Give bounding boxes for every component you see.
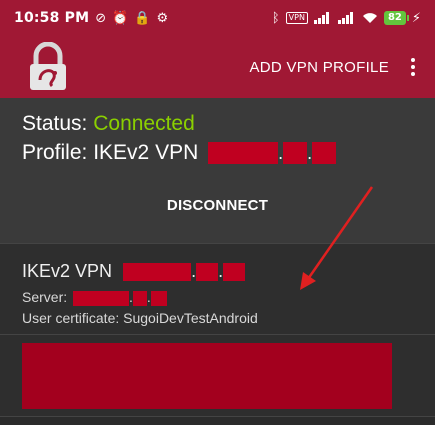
redacted-server-part-1 — [73, 290, 130, 306]
wifi-icon — [362, 13, 377, 23]
cell-signal-2-icon — [337, 12, 353, 24]
redacted-title-part-2 — [196, 263, 219, 282]
status-bar-left: 10:58 PM ⊘ ⏰ 🔒 ⚙ — [14, 10, 168, 26]
redacted-server-part-3 — [150, 290, 167, 306]
charging-icon: ⚡ — [411, 10, 421, 26]
vpn-profile-list-item[interactable]: IKEv2 VPN .. Server: .. User certificate… — [0, 243, 435, 335]
redacted-profile-block — [22, 343, 392, 409]
redacted-host-part-2 — [283, 142, 308, 165]
profile-item-title-row: IKEv2 VPN .. — [22, 261, 246, 282]
profile-item-server-row: Server: .. — [22, 289, 167, 306]
profile-row: Profile: IKEv2 VPN .. — [22, 141, 337, 165]
status-row: Status: Connected — [22, 112, 195, 136]
server-label: Server: — [22, 289, 68, 305]
redacted-host-part-3 — [312, 142, 337, 165]
redacted-title-part-1 — [123, 263, 192, 282]
battery-indicator: 82 — [383, 11, 409, 25]
cell-signal-icon — [313, 12, 329, 24]
add-vpn-profile-button[interactable]: ADD VPN PROFILE — [249, 59, 389, 76]
connection-status-panel: Status: Connected Profile: IKEv2 VPN .. … — [0, 98, 435, 243]
vpn-badge: VPN — [285, 12, 308, 24]
profile-name: IKEv2 VPN — [93, 141, 199, 164]
overflow-menu-icon[interactable] — [403, 58, 423, 76]
redacted-host-part-1 — [208, 142, 279, 165]
status-label: Status: — [22, 112, 88, 135]
vpn-profile-list-item-2[interactable] — [0, 335, 435, 417]
alarm-icon: ⏰ — [112, 10, 129, 26]
strongswan-logo-icon — [26, 41, 70, 92]
bluetooth-icon: ᛒ — [271, 10, 280, 26]
clock-time: 10:58 PM — [14, 10, 90, 26]
disconnect-button[interactable]: DISCONNECT — [0, 197, 435, 214]
profile-item-title: IKEv2 VPN — [22, 261, 113, 281]
user-certificate-text: User certificate: SugoiDevTestAndroid — [22, 310, 258, 326]
settings-gear-icon: ⚙ — [156, 10, 169, 26]
redacted-title-part-3 — [223, 263, 246, 282]
status-value: Connected — [93, 112, 195, 135]
status-bar-right: ᛒ VPN 82 ⚡ — [272, 11, 421, 25]
no-disturb-icon: ⊘ — [95, 10, 107, 26]
app-bar: ADD VPN PROFILE — [0, 36, 435, 98]
profile-label: Profile: — [22, 141, 88, 164]
system-status-bar: 10:58 PM ⊘ ⏰ 🔒 ⚙ ᛒ VPN 82 ⚡ — [0, 0, 435, 36]
lock-icon: 🔒 — [134, 10, 151, 26]
redacted-server-part-2 — [132, 290, 147, 306]
